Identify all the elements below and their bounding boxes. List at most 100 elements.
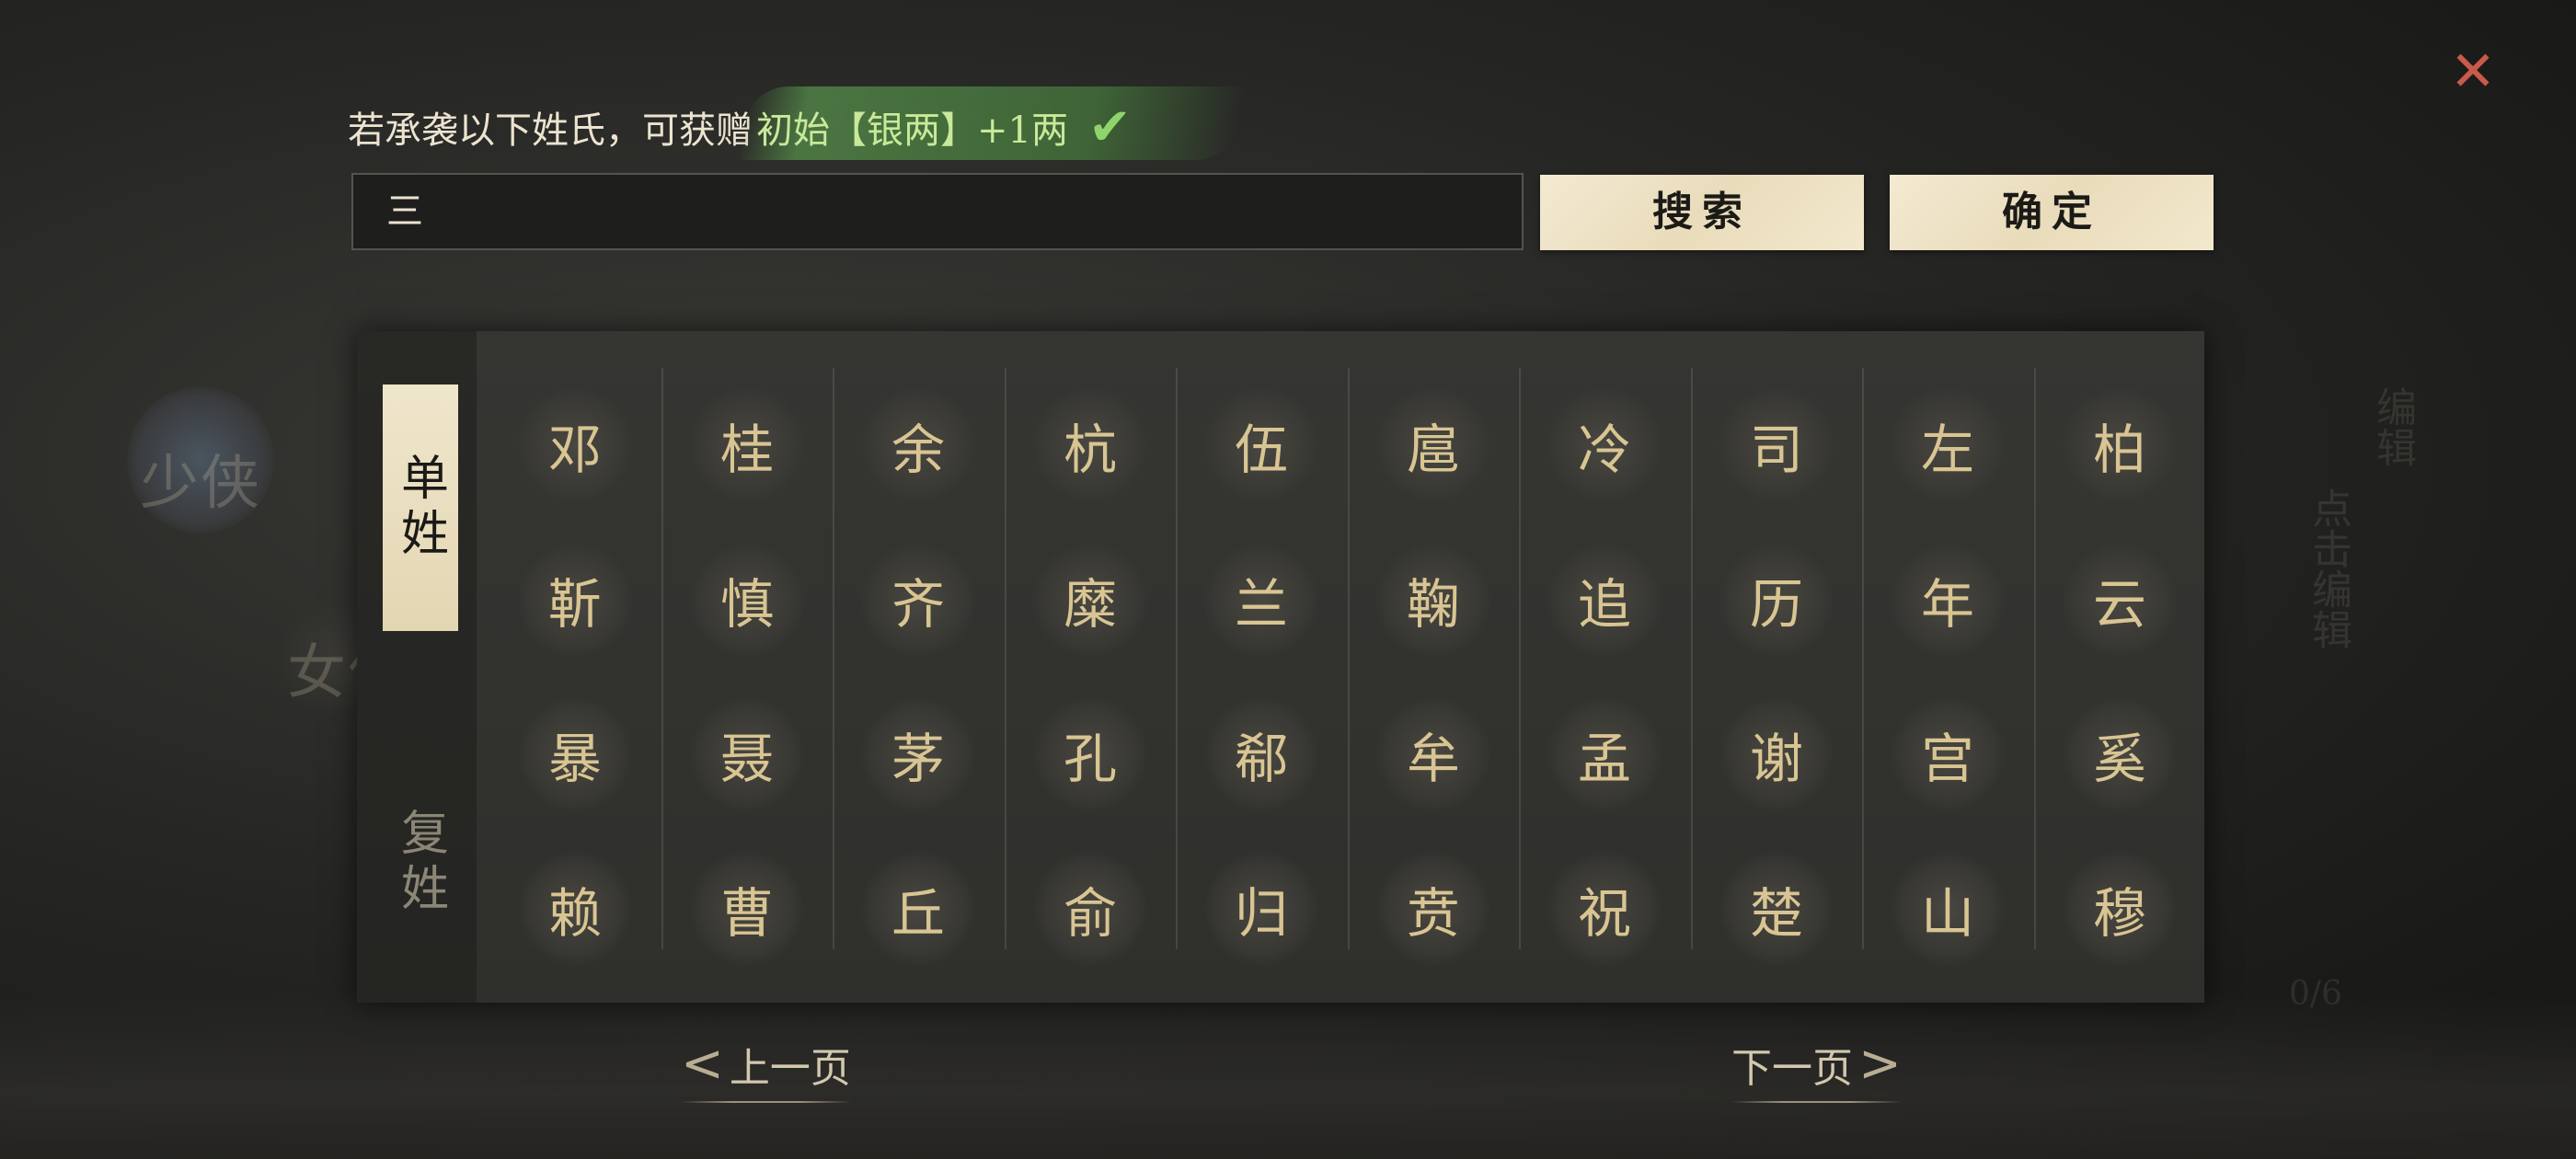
- surname-char: 穆: [2092, 882, 2146, 945]
- surname-search-input[interactable]: 三: [351, 173, 1524, 250]
- surname-option[interactable]: 贲: [1348, 832, 1519, 986]
- surname-char: 牟: [1406, 728, 1460, 790]
- bonus-highlight: 初始【银两】+1两 ✔: [735, 86, 1248, 160]
- surname-option[interactable]: 邓: [489, 368, 661, 522]
- surname-char: 历: [1749, 573, 1803, 636]
- surname-char: 鞠: [1406, 573, 1460, 636]
- edit-label-bg: 编辑: [2369, 386, 2416, 467]
- surname-char: 孔: [1063, 728, 1117, 790]
- surname-option[interactable]: 余: [833, 368, 1004, 522]
- surname-char: 糜: [1063, 573, 1117, 636]
- surname-option[interactable]: 左: [1862, 368, 2033, 522]
- search-button[interactable]: 搜索: [1540, 175, 1864, 250]
- surname-option[interactable]: 穆: [2034, 832, 2205, 986]
- next-underline: [1731, 1101, 1902, 1103]
- surname-char: 慎: [719, 573, 774, 636]
- surname-option[interactable]: 宫: [1862, 677, 2033, 832]
- surname-char: 聂: [719, 728, 774, 790]
- surname-option[interactable]: 祝: [1519, 832, 1690, 986]
- surname-char: 孟: [1577, 728, 1631, 790]
- surname-char: 郗: [1234, 728, 1288, 790]
- surname-char: 扈: [1406, 419, 1460, 481]
- surname-char: 司: [1749, 419, 1803, 481]
- surname-option[interactable]: 司: [1691, 368, 1862, 522]
- bottom-fog: [0, 993, 2576, 1159]
- surname-option[interactable]: 冷: [1519, 368, 1690, 522]
- surname-char: 云: [2092, 573, 2146, 636]
- surname-char: 贲: [1406, 882, 1460, 945]
- surname-option[interactable]: 丘: [833, 832, 1004, 986]
- surname-char: 柏: [2092, 419, 2146, 481]
- tab-single-surname[interactable]: 单姓: [383, 384, 458, 631]
- surname-bonus-hint: 若承袭以下姓氏，可获赠 初始【银两】+1两 ✔: [348, 86, 1248, 160]
- confirm-button[interactable]: 确定: [1890, 175, 2214, 250]
- surname-option[interactable]: 云: [2034, 522, 2205, 677]
- surname-char: 宫: [1920, 728, 1974, 790]
- next-page-button[interactable]: 下一页 >: [1731, 1034, 1902, 1103]
- prev-underline: [681, 1101, 851, 1103]
- surname-char: 追: [1577, 573, 1631, 636]
- surname-char: 丘: [891, 882, 945, 945]
- surname-char: 年: [1920, 573, 1974, 636]
- surname-option[interactable]: 年: [1862, 522, 2033, 677]
- surname-option[interactable]: 历: [1691, 522, 1862, 677]
- surname-char: 谢: [1749, 728, 1803, 790]
- surname-option[interactable]: 伍: [1176, 368, 1347, 522]
- surname-char: 杭: [1063, 419, 1117, 481]
- close-button[interactable]: ✕: [2447, 44, 2499, 99]
- surname-option[interactable]: 柏: [2034, 368, 2205, 522]
- surname-option[interactable]: 暴: [489, 677, 661, 832]
- male-hero-tab: 少侠: [140, 450, 261, 518]
- surname-option[interactable]: 扈: [1348, 368, 1519, 522]
- surname-char: 伍: [1234, 419, 1288, 481]
- surname-option[interactable]: 谢: [1691, 677, 1862, 832]
- surname-option[interactable]: 茅: [833, 677, 1004, 832]
- surname-option[interactable]: 齐: [833, 522, 1004, 677]
- surname-char: 兰: [1234, 573, 1288, 636]
- click-edit-label-bg: 点击编辑: [2305, 488, 2352, 649]
- chevron-left-icon: <: [681, 1034, 724, 1094]
- prev-page-label: 上一页: [729, 1044, 851, 1092]
- check-icon: ✔: [1087, 97, 1132, 157]
- surname-option[interactable]: 奚: [2034, 677, 2205, 832]
- surname-option[interactable]: 郗: [1176, 677, 1347, 832]
- surname-char: 余: [891, 419, 945, 481]
- surname-option[interactable]: 楚: [1691, 832, 1862, 986]
- surname-option[interactable]: 牟: [1348, 677, 1519, 832]
- surname-option[interactable]: 山: [1862, 832, 2033, 986]
- surname-grid: 邓 桂 余 杭 伍 扈 冷 司 左 柏靳 慎 齐 糜 兰 鞠 追 历 年 云暴 聂 茅 孔 郗 牟 孟 谢 宫 奚赖 曹 丘 俞 归 贲 祝 楚 山 穆: [489, 368, 2202, 984]
- surname-option[interactable]: 慎: [661, 522, 833, 677]
- surname-char: 左: [1920, 419, 1974, 481]
- surname-option[interactable]: 追: [1519, 522, 1690, 677]
- surname-option[interactable]: 孟: [1519, 677, 1690, 832]
- surname-char: 祝: [1577, 882, 1631, 945]
- surname-char: 冷: [1577, 419, 1631, 481]
- surname-char: 赖: [547, 882, 602, 945]
- close-icon: ✕: [2449, 40, 2497, 104]
- chevron-right-icon: >: [1858, 1034, 1902, 1094]
- surname-char: 邓: [547, 419, 602, 481]
- surname-char: 归: [1234, 882, 1288, 945]
- surname-option[interactable]: 兰: [1176, 522, 1347, 677]
- next-page-label: 下一页: [1731, 1044, 1853, 1092]
- surname-option[interactable]: 糜: [1005, 522, 1176, 677]
- surname-char: 茅: [891, 728, 945, 790]
- surname-option[interactable]: 鞠: [1348, 522, 1519, 677]
- surname-char: 山: [1920, 882, 1974, 945]
- bonus-prefix: 若承袭以下姓氏，可获赠: [348, 109, 753, 152]
- surname-option[interactable]: 俞: [1005, 832, 1176, 986]
- surname-char: 奚: [2092, 728, 2146, 790]
- prev-page-button[interactable]: < 上一页: [681, 1034, 851, 1103]
- surname-option[interactable]: 归: [1176, 832, 1347, 986]
- tab-compound-surname[interactable]: 复姓: [383, 740, 458, 986]
- surname-option[interactable]: 聂: [661, 677, 833, 832]
- surname-option[interactable]: 曹: [661, 832, 833, 986]
- surname-char: 俞: [1063, 882, 1117, 945]
- surname-option[interactable]: 杭: [1005, 368, 1176, 522]
- surname-option[interactable]: 桂: [661, 368, 833, 522]
- surname-char: 靳: [547, 573, 602, 636]
- surname-option[interactable]: 靳: [489, 522, 661, 677]
- surname-char: 楚: [1749, 882, 1803, 945]
- surname-option[interactable]: 孔: [1005, 677, 1176, 832]
- surname-option[interactable]: 赖: [489, 832, 661, 986]
